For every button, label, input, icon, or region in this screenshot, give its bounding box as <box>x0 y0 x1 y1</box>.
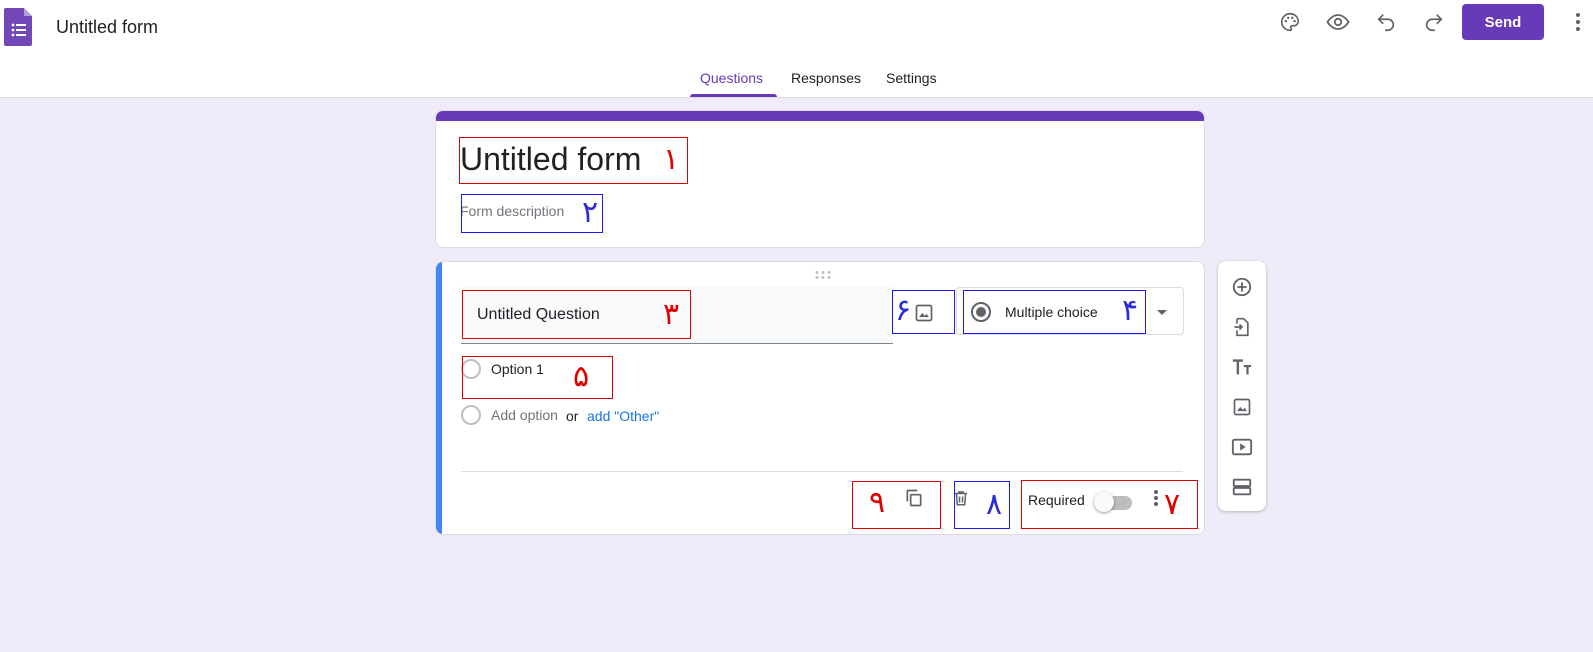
add-title-icon[interactable] <box>1230 355 1254 379</box>
required-toggle[interactable] <box>1094 492 1132 512</box>
preview-eye-icon[interactable] <box>1326 10 1350 34</box>
add-video-icon[interactable] <box>1230 435 1254 459</box>
form-description[interactable]: Form description <box>460 203 564 219</box>
delete-icon[interactable] <box>949 486 973 510</box>
add-image-icon[interactable] <box>911 300 937 326</box>
tab-settings[interactable]: Settings <box>886 70 937 86</box>
chevron-down-icon <box>1152 303 1172 323</box>
radio-button-icon <box>969 300 993 324</box>
list-item: Option 1 <box>461 357 601 383</box>
add-other-link[interactable]: add "Other" <box>587 408 659 424</box>
question-type-label: Multiple choice <box>1005 304 1098 320</box>
app-header: Untitled form Send Questions Responses S… <box>0 0 1593 98</box>
toggle-knob <box>1094 492 1114 512</box>
question-title-field[interactable]: Untitled Question <box>461 286 893 344</box>
title-card-accent-bar <box>436 111 1204 121</box>
undo-icon[interactable] <box>1374 10 1398 34</box>
question-title[interactable]: Untitled Question <box>477 306 600 324</box>
question-card[interactable]: Untitled Question Multiple choice Option… <box>435 261 1205 535</box>
add-section-icon[interactable] <box>1230 475 1254 499</box>
option-label[interactable]: Option 1 <box>491 361 544 377</box>
question-type-dropdown[interactable]: Multiple choice <box>956 287 1184 335</box>
import-questions-icon[interactable] <box>1230 315 1254 339</box>
add-option-button[interactable]: Add option <box>491 407 558 423</box>
active-tab-indicator <box>690 94 777 97</box>
add-option-row: Add option or add "Other" <box>461 403 701 429</box>
send-button[interactable]: Send <box>1462 4 1544 40</box>
tab-questions[interactable]: Questions <box>700 70 763 86</box>
option-radio-icon[interactable] <box>461 359 481 379</box>
add-question-icon[interactable] <box>1230 275 1254 299</box>
add-image-icon[interactable] <box>1230 395 1254 419</box>
floating-toolbar <box>1218 261 1266 511</box>
more-vert-icon[interactable] <box>1566 10 1590 34</box>
tab-bar: Questions Responses Settings <box>0 62 1593 98</box>
required-label: Required <box>1028 492 1085 508</box>
duplicate-icon[interactable] <box>902 486 926 510</box>
or-label: or <box>566 408 579 424</box>
redo-icon[interactable] <box>1422 10 1446 34</box>
footer-divider <box>461 471 1183 472</box>
active-question-indicator <box>436 262 442 534</box>
doc-title[interactable]: Untitled form <box>56 17 158 38</box>
drag-handle-icon[interactable] <box>814 267 832 279</box>
question-more-icon[interactable] <box>1146 486 1166 510</box>
form-title[interactable]: Untitled form <box>460 141 641 178</box>
option-radio-icon <box>461 405 481 425</box>
tab-responses[interactable]: Responses <box>791 70 861 86</box>
palette-icon[interactable] <box>1278 10 1302 34</box>
form-title-card: Untitled form Form description <box>435 110 1205 248</box>
forms-logo-icon[interactable] <box>4 6 34 46</box>
